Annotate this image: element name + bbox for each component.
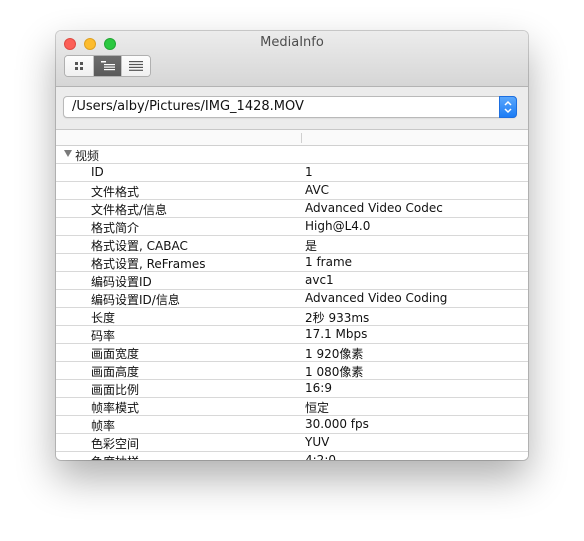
row-value: High@L4.0 bbox=[305, 219, 371, 233]
row-value: AVC bbox=[305, 183, 330, 197]
table-header bbox=[56, 130, 528, 146]
row-value: 2秒 933ms bbox=[305, 311, 370, 325]
grid-view-button[interactable] bbox=[65, 56, 94, 76]
row-value: 17.1 Mbps bbox=[305, 327, 368, 341]
info-table: 视频 ID 1 文件格式 AVC 文件格式/信息 Advanced Video Codec… bbox=[56, 130, 528, 460]
row-value: avc1 bbox=[305, 273, 334, 287]
section-row-video[interactable]: 视频 bbox=[56, 146, 528, 164]
row-key: 文件格式/信息 bbox=[91, 203, 168, 217]
row-value: Advanced Video Coding bbox=[305, 291, 448, 305]
row-value: 1 080像素 bbox=[305, 365, 364, 379]
table-row[interactable]: 画面宽度 1 920像素 bbox=[56, 344, 528, 362]
table-row[interactable]: ID 1 bbox=[56, 164, 528, 182]
row-key: 码率 bbox=[91, 329, 116, 343]
row-key: 帧率 bbox=[91, 419, 116, 433]
view-mode-segmented-control bbox=[64, 55, 151, 77]
text-list-icon bbox=[129, 61, 144, 71]
row-value: 4:2:0 bbox=[305, 453, 336, 460]
table-row[interactable]: 色度抽样 4:2:0 bbox=[56, 452, 528, 460]
row-key: 帧率模式 bbox=[91, 401, 140, 415]
row-key: 画面高度 bbox=[91, 365, 140, 379]
grid-icon bbox=[74, 62, 83, 70]
row-value: 是 bbox=[305, 239, 318, 253]
table-row[interactable]: 格式设置, CABAC 是 bbox=[56, 236, 528, 254]
row-value: 1 920像素 bbox=[305, 347, 364, 361]
window-title: MediaInfo bbox=[260, 35, 324, 50]
row-value: 30.000 fps bbox=[305, 417, 369, 431]
row-key: ID bbox=[91, 165, 104, 179]
tree-view-button[interactable] bbox=[93, 56, 123, 76]
row-key: 画面比例 bbox=[91, 383, 140, 397]
text-view-button[interactable] bbox=[122, 56, 150, 76]
table-row[interactable]: 帧率 30.000 fps bbox=[56, 416, 528, 434]
file-path-popup[interactable]: /Users/alby/Pictures/IMG_1428.MOV bbox=[63, 96, 517, 118]
row-value: YUV bbox=[305, 435, 330, 449]
row-key: 画面宽度 bbox=[91, 347, 140, 361]
table-row[interactable]: 帧率模式 恒定 bbox=[56, 398, 528, 416]
row-value: 16:9 bbox=[305, 381, 332, 395]
info-rows: ID 1 文件格式 AVC 文件格式/信息 Advanced Video Codec 格式简… bbox=[56, 164, 528, 460]
table-row[interactable]: 文件格式/信息 Advanced Video Codec bbox=[56, 200, 528, 218]
row-key: 编码设置ID bbox=[91, 275, 152, 289]
table-row[interactable]: 文件格式 AVC bbox=[56, 182, 528, 200]
mediainfo-window: MediaInfo /Users/alby/Pictures/IMG_1428.… bbox=[56, 31, 528, 460]
disclosure-triangle-icon[interactable] bbox=[64, 150, 72, 157]
table-row[interactable]: 编码设置ID/信息 Advanced Video Coding bbox=[56, 290, 528, 308]
row-key: 文件格式 bbox=[91, 185, 140, 199]
table-row[interactable]: 格式简介 High@L4.0 bbox=[56, 218, 528, 236]
column-divider[interactable] bbox=[301, 133, 302, 143]
row-key: 长度 bbox=[91, 311, 116, 325]
popup-arrows-icon[interactable] bbox=[499, 96, 517, 118]
table-row[interactable]: 长度 2秒 933ms bbox=[56, 308, 528, 326]
table-row[interactable]: 编码设置ID avc1 bbox=[56, 272, 528, 290]
row-value: 恒定 bbox=[305, 401, 330, 415]
row-key: 格式设置, CABAC bbox=[91, 239, 188, 253]
row-key: 编码设置ID/信息 bbox=[91, 293, 180, 307]
row-key: 色彩空间 bbox=[91, 437, 140, 451]
row-key: 格式简介 bbox=[91, 221, 140, 235]
file-selector-area: /Users/alby/Pictures/IMG_1428.MOV bbox=[56, 87, 528, 130]
file-path-text: /Users/alby/Pictures/IMG_1428.MOV bbox=[72, 99, 304, 114]
table-row[interactable]: 画面高度 1 080像素 bbox=[56, 362, 528, 380]
table-row[interactable]: 色彩空间 YUV bbox=[56, 434, 528, 452]
row-value: 1 frame bbox=[305, 255, 353, 269]
table-row[interactable]: 格式设置, ReFrames 1 frame bbox=[56, 254, 528, 272]
row-key: 色度抽样 bbox=[91, 453, 139, 460]
row-key: 格式设置, ReFrames bbox=[91, 257, 206, 271]
row-value: Advanced Video Codec bbox=[305, 201, 443, 215]
table-row[interactable]: 码率 17.1 Mbps bbox=[56, 326, 528, 344]
section-label: 视频 bbox=[75, 149, 100, 163]
table-row[interactable]: 画面比例 16:9 bbox=[56, 380, 528, 398]
row-value: 1 bbox=[305, 165, 313, 179]
title-bar: MediaInfo bbox=[56, 31, 528, 87]
tree-list-icon bbox=[100, 61, 115, 71]
